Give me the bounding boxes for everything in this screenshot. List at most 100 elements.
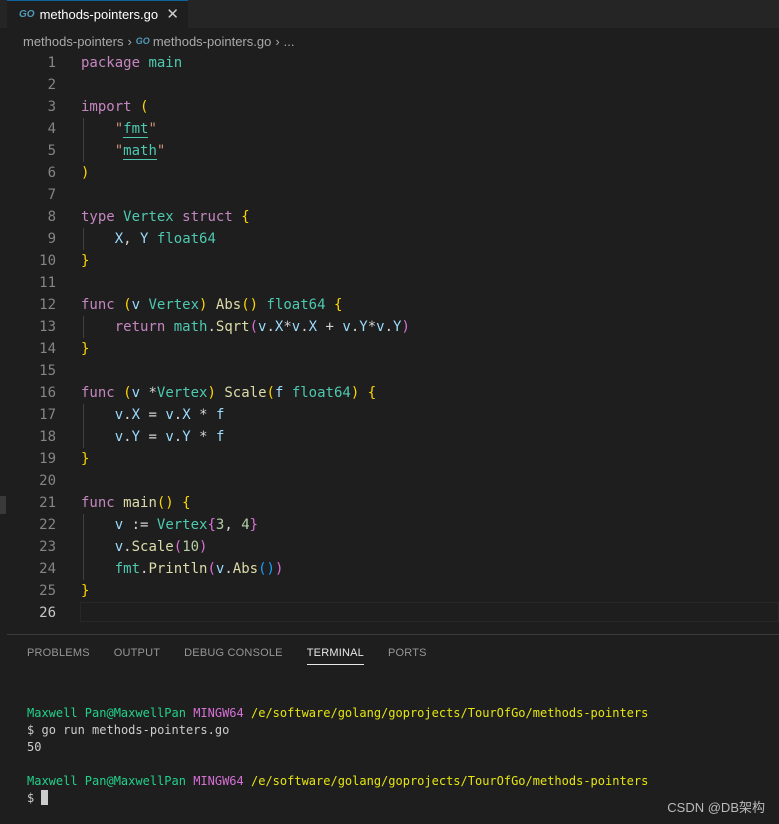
chevron-right-icon: › <box>275 33 280 49</box>
code-text: func main() { <box>81 495 191 511</box>
code-text: return math.Sqrt(v.X*v.X + v.Y*v.Y) <box>114 319 410 335</box>
line-number: 20 <box>39 473 56 489</box>
terminal-output: 50 <box>27 740 42 754</box>
tab-debug-console[interactable]: DEBUG CONSOLE <box>184 647 283 665</box>
line-number: 22 <box>39 517 56 533</box>
code-text: } <box>81 341 90 357</box>
line-number: 8 <box>47 209 56 225</box>
line-number: 24 <box>39 561 56 577</box>
terminal-cursor <box>41 790 49 805</box>
tab-terminal[interactable]: TERMINAL <box>306 647 364 665</box>
code-line: 4 "fmt" <box>0 118 779 140</box>
line-number: 5 <box>47 143 56 159</box>
tab-problems[interactable]: PROBLEMS <box>27 647 90 665</box>
code-line: 21 func main() { <box>0 492 779 514</box>
code-text: X, Y float64 <box>114 231 216 247</box>
go-file-icon: GO <box>19 9 35 20</box>
terminal-env: MINGW64 <box>193 706 244 720</box>
line-number: 11 <box>39 275 56 291</box>
terminal-path: /e/software/golang/goprojects/TourOfGo/m… <box>251 774 649 788</box>
breadcrumb-more[interactable]: ... <box>284 34 295 49</box>
line-number: 1 <box>47 55 56 71</box>
code-line: 2 <box>0 74 779 96</box>
tab-methods-pointers[interactable]: GO methods-pointers.go ✕ <box>7 0 188 28</box>
line-number: 3 <box>47 99 56 115</box>
breadcrumb-file[interactable]: methods-pointers.go <box>153 34 272 49</box>
code-text: "math" <box>114 143 166 160</box>
terminal-path: /e/software/golang/goprojects/TourOfGo/m… <box>251 706 649 720</box>
code-text: fmt.Println(v.Abs()) <box>114 561 284 577</box>
code-line: 8 type Vertex struct { <box>0 206 779 228</box>
code-line: 26 <box>0 602 779 624</box>
line-number: 26 <box>39 605 56 621</box>
line-number: 17 <box>39 407 56 423</box>
code-text: } <box>81 583 90 599</box>
terminal-prompt-line: Maxwell Pan@MaxwellPan MINGW64 /e/softwa… <box>27 705 648 722</box>
code-line: 16 func (v *Vertex) Scale(f float64) { <box>0 382 779 404</box>
close-icon[interactable]: ✕ <box>166 5 179 23</box>
code-line: 10} <box>0 250 779 272</box>
line-number: 21 <box>39 495 56 511</box>
terminal-env: MINGW64 <box>193 774 244 788</box>
code-text: import ( <box>81 99 149 115</box>
panel-tabs: PROBLEMS OUTPUT DEBUG CONSOLE TERMINAL P… <box>27 647 451 665</box>
code-text: v := Vertex{3, 4} <box>114 517 259 533</box>
line-number: 19 <box>39 451 56 467</box>
tab-ports[interactable]: PORTS <box>388 647 427 665</box>
chevron-right-icon: › <box>127 33 132 49</box>
code-line: 19} <box>0 448 779 470</box>
code-line: 5 "math" <box>0 140 779 162</box>
bottom-panel: PROBLEMS OUTPUT DEBUG CONSOLE TERMINAL P… <box>7 634 779 824</box>
code-line: 14} <box>0 338 779 360</box>
code-line: 22 v := Vertex{3, 4} <box>0 514 779 536</box>
line-number: 25 <box>39 583 56 599</box>
code-line: 6) <box>0 162 779 184</box>
code-line: 11 <box>0 272 779 294</box>
line-number: 14 <box>39 341 56 357</box>
code-line: 20 <box>0 470 779 492</box>
code-line: 25} <box>0 580 779 602</box>
line-number: 18 <box>39 429 56 445</box>
terminal-command-line: $ go run methods-pointers.go <box>27 722 229 739</box>
code-line: 18 v.Y = v.Y * f <box>0 426 779 448</box>
line-number: 12 <box>39 297 56 313</box>
line-number: 13 <box>39 319 56 335</box>
breadcrumb-folder[interactable]: methods-pointers <box>23 34 123 49</box>
terminal-command: go run methods-pointers.go <box>41 723 230 737</box>
code-line: 7 <box>0 184 779 206</box>
code-text: ) <box>81 165 90 181</box>
code-line: 1 package main <box>0 52 779 74</box>
code-text: v.Scale(10) <box>114 539 208 555</box>
breadcrumb: methods-pointers › GO methods-pointers.g… <box>0 29 779 53</box>
code-line: 24 fmt.Println(v.Abs()) <box>0 558 779 580</box>
code-line: 15 <box>0 360 779 382</box>
code-editor[interactable]: 1 package main 2 3 import ( 4 "fmt" 5 "mat… <box>0 52 779 624</box>
tab-output[interactable]: OUTPUT <box>114 647 160 665</box>
code-text: type Vertex struct { <box>81 209 250 225</box>
code-text: func (v Vertex) Abs() float64 { <box>81 297 343 313</box>
line-number: 9 <box>47 231 56 247</box>
code-line: 9 X, Y float64 <box>0 228 779 250</box>
code-text: } <box>81 253 90 269</box>
code-line: 13 return math.Sqrt(v.X*v.X + v.Y*v.Y) <box>0 316 779 338</box>
watermark: CSDN @DB架构 <box>667 800 765 815</box>
line-number: 10 <box>39 253 56 269</box>
tab-label: methods-pointers.go <box>39 7 159 22</box>
terminal-user: Maxwell Pan@MaxwellPan <box>27 706 186 720</box>
terminal-prompt-line: Maxwell Pan@MaxwellPan MINGW64 /e/softwa… <box>27 773 648 790</box>
line-number: 2 <box>47 77 56 93</box>
code-text: func (v *Vertex) Scale(f float64) { <box>81 385 377 401</box>
line-number: 23 <box>39 539 56 555</box>
code-text: v.Y = v.Y * f <box>114 429 225 445</box>
code-line: 12 func (v Vertex) Abs() float64 { <box>0 294 779 316</box>
code-text: package main <box>81 55 183 71</box>
terminal-input-line[interactable]: $ <box>27 790 49 807</box>
code-line: 23 v.Scale(10) <box>0 536 779 558</box>
code-line: 3 import ( <box>0 96 779 118</box>
tab-bar: GO methods-pointers.go ✕ <box>0 0 779 28</box>
terminal-prompt: $ <box>27 723 35 737</box>
code-text: } <box>81 451 90 467</box>
terminal-prompt: $ <box>27 791 35 805</box>
code-line: 17 v.X = v.X * f <box>0 404 779 426</box>
line-number: 7 <box>47 187 56 203</box>
